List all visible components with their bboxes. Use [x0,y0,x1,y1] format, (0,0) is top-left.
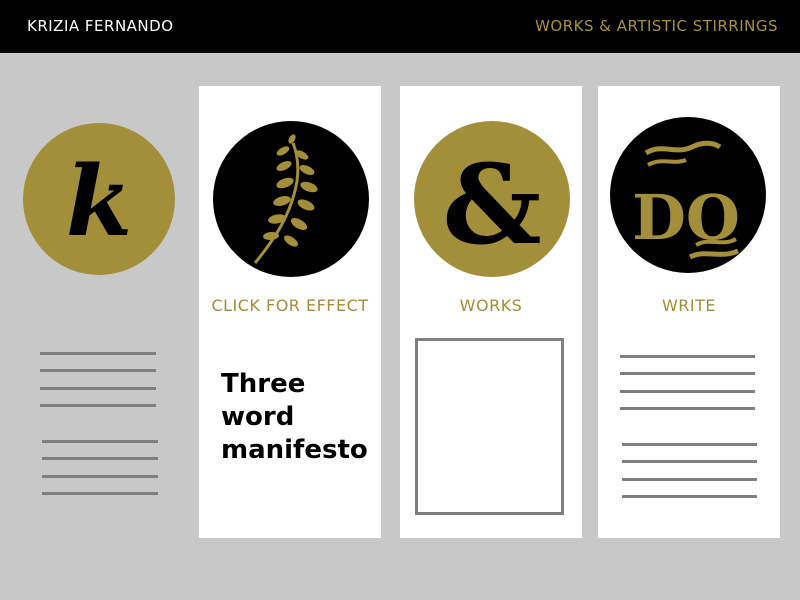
leaf-sprig-icon[interactable] [213,121,369,277]
do-lettering-icon[interactable]: DO [610,117,766,273]
placeholder-line [622,495,757,498]
logo-letter: k [66,145,133,258]
placeholder-line [620,390,755,393]
logo-k-icon[interactable]: k [23,123,175,275]
top-bar: KRIZIA FERNANDO WORKS & ARTISTIC STIRRIN… [0,0,800,53]
placeholder-line [622,443,757,446]
placeholder-line [622,460,757,463]
card-label-write[interactable]: WRITE [598,296,780,315]
placeholder-line [42,492,158,495]
site-tagline[interactable]: WORKS & ARTISTIC STIRRINGS [535,17,778,35]
placeholder-line [620,372,755,375]
card-label-click-for-effect[interactable]: CLICK FOR EFFECT [199,296,381,315]
card-works[interactable]: & WORKS [400,86,582,538]
placeholder-line [40,369,156,372]
placeholder-line [42,475,158,478]
card-label-works[interactable]: WORKS [400,296,582,315]
placeholder-line [622,478,757,481]
placeholder-line [40,352,156,355]
svg-text:&: & [442,140,541,269]
placeholder-line [42,457,158,460]
card-write[interactable]: DO WRITE [598,86,780,538]
placeholder-line [620,355,755,358]
card-click-for-effect[interactable]: CLICK FOR EFFECT Three word manifesto [199,86,381,538]
placeholder-line [40,404,156,407]
manifesto-text: Three word manifesto [221,369,368,465]
brand-name[interactable]: KRIZIA FERNANDO [27,17,174,35]
placeholder-line [40,387,156,390]
works-image-placeholder[interactable] [415,338,564,515]
ampersand-icon[interactable]: & [414,121,570,277]
placeholder-line [620,407,755,410]
placeholder-line [42,440,158,443]
